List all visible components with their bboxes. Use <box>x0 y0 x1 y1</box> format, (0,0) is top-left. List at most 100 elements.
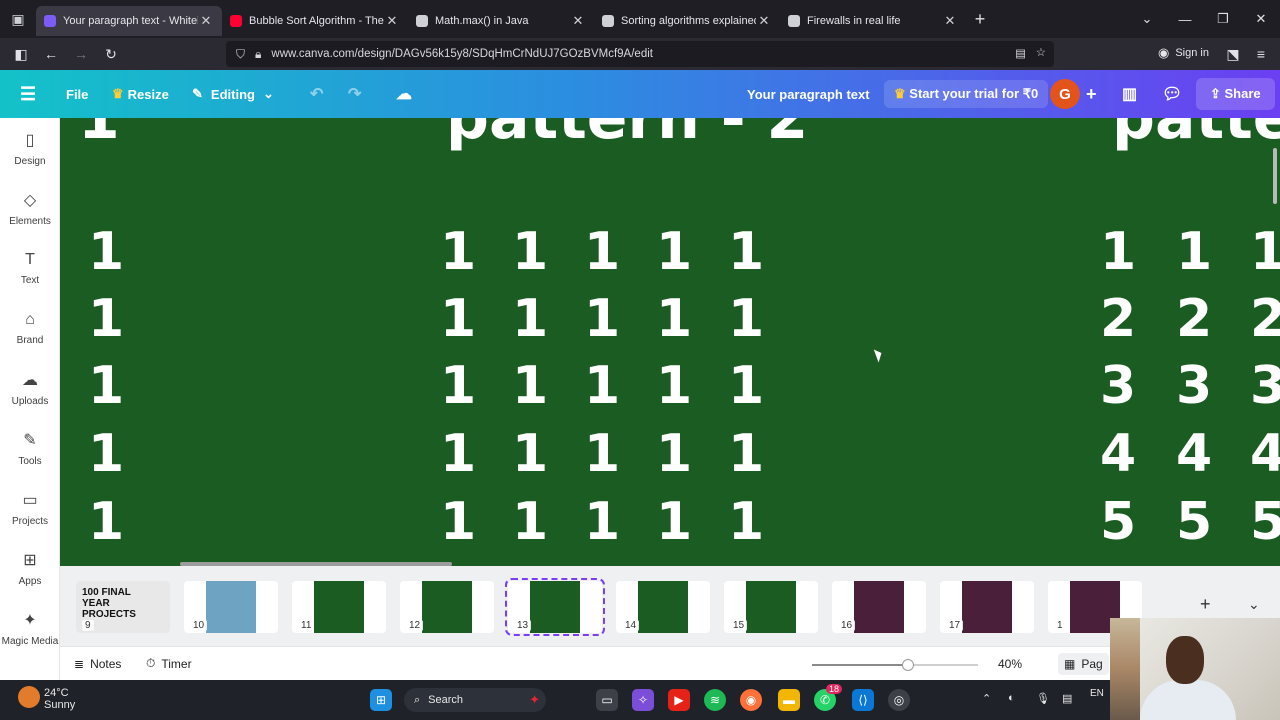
back-button[interactable]: ← <box>36 39 66 69</box>
file-explorer-icon[interactable]: ▬ <box>778 689 800 711</box>
sidebar-item-elements[interactable]: ◇ Elements <box>0 180 60 236</box>
reload-button[interactable]: ↻ <box>96 39 126 69</box>
shield-icon[interactable]: ⛉ <box>236 47 245 62</box>
sidebar-item-projects[interactable]: ▭ Projects <box>0 480 60 536</box>
tab-favicon-icon <box>788 15 800 27</box>
browser-tab[interactable]: Your paragraph text - Whiteboa✕ <box>36 6 222 36</box>
forward-button[interactable]: → <box>66 39 96 69</box>
language-indicator[interactable]: EN <box>1090 688 1104 699</box>
sidebar-item-design[interactable]: ▯ Design <box>0 120 60 176</box>
close-tab-icon[interactable]: ✕ <box>198 13 214 29</box>
page-thumbnail[interactable]: 12 <box>400 581 494 633</box>
redo-button[interactable]: ↷ <box>348 70 361 118</box>
start-trial-button[interactable]: ♛ Start your trial for ₹0 <box>884 70 1049 118</box>
hamburger-menu-icon[interactable]: ☰ <box>20 70 36 118</box>
tray-chevron-up-icon[interactable]: ⌃ <box>982 692 991 705</box>
microphone-icon[interactable]: 🎙︎ <box>1036 692 1050 705</box>
sidebar-item-text[interactable]: T Text <box>0 240 60 296</box>
share-button[interactable]: ⇪ Share <box>1196 70 1275 118</box>
pattern-2-number: 1 <box>728 356 765 416</box>
user-avatar[interactable]: G <box>1050 70 1080 118</box>
cloud-saved-icon[interactable]: ☁ <box>396 70 412 118</box>
page-thumbnail[interactable]: 11 <box>292 581 386 633</box>
lock-icon[interactable]: 🔒︎ <box>255 47 261 62</box>
tab-list-icon[interactable]: ⌄ <box>1128 0 1166 38</box>
document-title[interactable]: Your paragraph text <box>747 70 870 118</box>
timer-button[interactable]: ⏱ Timer <box>146 656 192 671</box>
notes-button[interactable]: ≣ Notes <box>74 657 121 671</box>
resize-label: Resize <box>127 86 169 102</box>
vscode-icon[interactable]: ⟨⟩ <box>852 689 874 711</box>
pages-label: Pag <box>1081 656 1103 671</box>
sidebar-item-label: Tools <box>18 455 42 467</box>
extensions-icon[interactable]: ⬔ <box>1218 39 1248 69</box>
browser-tab[interactable]: Firewalls in real life ✕ <box>780 6 966 36</box>
sign-in-button[interactable]: ◉ Sign in <box>1158 45 1209 61</box>
page-thumbnail[interactable]: 100 FINAL YEAR PROJECTS 9 <box>76 581 170 633</box>
browser-tab[interactable]: Math.max() in Java ✕ <box>408 6 594 36</box>
copilot-icon[interactable]: ✧ <box>632 689 654 711</box>
close-tab-icon[interactable]: ✕ <box>942 13 958 29</box>
page-thumbnail[interactable]: 17 <box>940 581 1034 633</box>
apps-icon: ⊞ <box>23 551 37 569</box>
zoom-slider-knob[interactable] <box>902 659 915 671</box>
bookmark-star-icon[interactable]: ☆ <box>1036 45 1046 59</box>
close-tab-icon[interactable]: ✕ <box>384 13 400 29</box>
keyboard-icon[interactable]: ▤ <box>1062 692 1072 705</box>
weather-widget[interactable]: 24°C Sunny <box>44 687 75 711</box>
insights-chart-icon[interactable]: ▥ <box>1122 70 1137 118</box>
comment-icon[interactable]: 💬︎ <box>1162 70 1182 118</box>
add-collaborator-icon[interactable]: + <box>1086 70 1097 118</box>
sidebar-toggle-icon[interactable]: ◧ <box>6 39 36 69</box>
page-thumbnail-preview <box>854 581 904 633</box>
new-tab-button[interactable]: + <box>966 9 994 30</box>
close-window-button[interactable]: ✕ <box>1242 0 1280 38</box>
pattern-2-number: 1 <box>584 492 621 552</box>
pattern-3-number: 2 <box>1100 289 1137 349</box>
browser-tab[interactable]: Sorting algorithms explained ✕ <box>594 6 780 36</box>
url-bar[interactable]: ⛉ 🔒︎ www.canva.com/design/DAGv56k15y8/SD… <box>226 41 1054 67</box>
design-canvas[interactable]: 1 pattern - 2 patter 1111111111111111111… <box>60 118 1280 566</box>
close-tab-icon[interactable]: ✕ <box>570 13 586 29</box>
tray-network-icon[interactable]: ◐ <box>1008 692 1015 704</box>
minimize-button[interactable]: — <box>1166 0 1204 38</box>
zoom-slider[interactable] <box>812 659 978 671</box>
youtube-icon[interactable]: ▶ <box>668 689 690 711</box>
sidebar-item-tools[interactable]: ✎ Tools <box>0 420 60 476</box>
page-number: 12 <box>406 620 424 631</box>
page-thumbnail[interactable]: 13 <box>505 578 605 636</box>
pattern-3-number: 5 <box>1100 492 1137 552</box>
reader-view-icon[interactable]: ▤ <box>1015 46 1026 60</box>
vertical-scrollbar[interactable] <box>1273 148 1277 204</box>
page-thumbnail[interactable]: 16 <box>832 581 926 633</box>
weather-sun-icon[interactable] <box>18 686 40 708</box>
close-tab-icon[interactable]: ✕ <box>756 13 772 29</box>
taskbar-search[interactable]: ⌕ Search ✦ <box>404 688 546 712</box>
tab-actions-icon[interactable]: ▣ <box>0 0 36 38</box>
browser-tab-strip: ▣ Your paragraph text - Whiteboa✕Bubble … <box>0 0 1280 38</box>
page-thumbnail[interactable]: 15 <box>724 581 818 633</box>
editing-mode-dropdown[interactable]: ✎ Editing ⌄ <box>192 70 274 118</box>
page-thumbnail[interactable]: 14 <box>616 581 710 633</box>
sidebar-item-apps[interactable]: ⊞ Apps <box>0 540 60 596</box>
menu-icon[interactable]: ≡ <box>1246 39 1276 69</box>
sidebar-item-magic-media[interactable]: ✦ Magic Media <box>0 600 60 656</box>
collapse-pages-icon[interactable]: ⌄ <box>1248 596 1260 613</box>
page-thumbnail[interactable]: 10 <box>184 581 278 633</box>
file-menu[interactable]: File <box>66 70 88 118</box>
zoom-value[interactable]: 40% <box>998 657 1022 671</box>
add-page-button[interactable]: + <box>1200 594 1211 615</box>
undo-button[interactable]: ↶ <box>310 70 323 118</box>
search-highlight-icon: ✦ <box>529 692 540 707</box>
browser-tab[interactable]: Bubble Sort Algorithm - Theory✕ <box>222 6 408 36</box>
firefox-icon[interactable]: ◉ <box>740 689 762 711</box>
pages-view-button[interactable]: ▦ Pag <box>1058 652 1109 675</box>
windows-start-icon[interactable]: ⊞ <box>370 689 392 711</box>
sidebar-item-brand[interactable]: ⌂ Brand <box>0 300 60 356</box>
resize-button[interactable]: ♛ Resize <box>112 70 169 118</box>
task-view-icon[interactable]: ▭ <box>596 689 618 711</box>
chrome-like-icon[interactable]: ◎ <box>888 689 910 711</box>
spotify-icon[interactable]: ≋ <box>704 689 726 711</box>
maximize-button[interactable]: ❐ <box>1204 0 1242 38</box>
sidebar-item-uploads[interactable]: ☁ Uploads <box>0 360 60 416</box>
